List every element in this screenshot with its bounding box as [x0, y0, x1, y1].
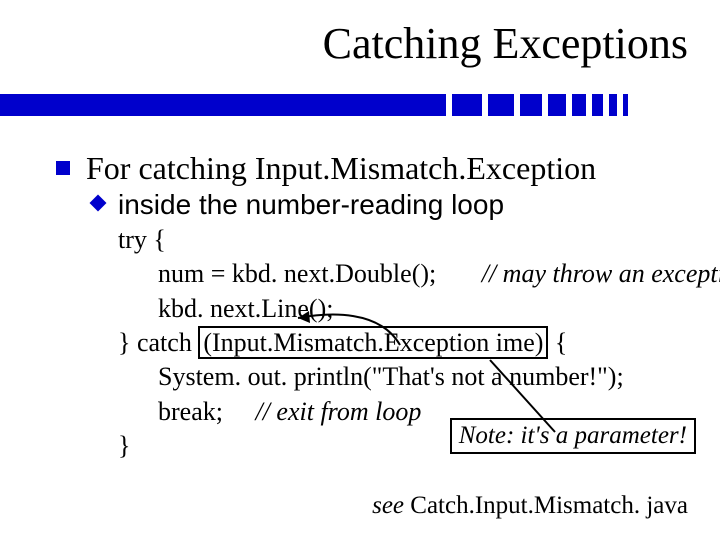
decor-bar-solid — [0, 94, 412, 116]
code-line: kbd. next.Line(); — [118, 292, 690, 326]
see-also: see Catch.Input.Mismatch. java — [372, 492, 688, 520]
code-comment: // may throw an exception — [482, 259, 720, 288]
note-callout: Note: it's a parameter! — [450, 418, 696, 454]
bullet-level-1: For catching Input.Mismatch.Exception — [56, 150, 690, 187]
decor-bar-blocks — [412, 94, 628, 116]
slide-title: Catching Exceptions — [323, 18, 688, 69]
note-text: : it's a parameter! — [506, 422, 687, 449]
see-file: Catch.Input.Mismatch. java — [404, 492, 688, 519]
bullet-level-2: inside the number-reading loop — [56, 189, 690, 221]
code-line: try { — [118, 223, 690, 257]
code-text: { — [548, 328, 567, 357]
code-line: num = kbd. next.Double(); // may throw a… — [118, 257, 690, 291]
see-word: see — [372, 492, 404, 519]
code-line: System. out. println("That's not a numbe… — [118, 360, 690, 394]
code-text: } catch — [118, 328, 198, 357]
note-label: Note — [459, 422, 506, 449]
slide: Catching Exceptions For catching Input.M… — [0, 0, 720, 540]
code-line: } catch (Input.Mismatch.Exception ime) { — [118, 326, 690, 360]
code-text: break; — [158, 397, 223, 426]
code-text: num = kbd. next.Double(); — [158, 259, 436, 288]
boxed-parameter: (Input.Mismatch.Exception ime) — [198, 326, 548, 359]
code-comment: // exit from loop — [255, 397, 421, 426]
content-area: For catching Input.Mismatch.Exception in… — [56, 150, 690, 463]
